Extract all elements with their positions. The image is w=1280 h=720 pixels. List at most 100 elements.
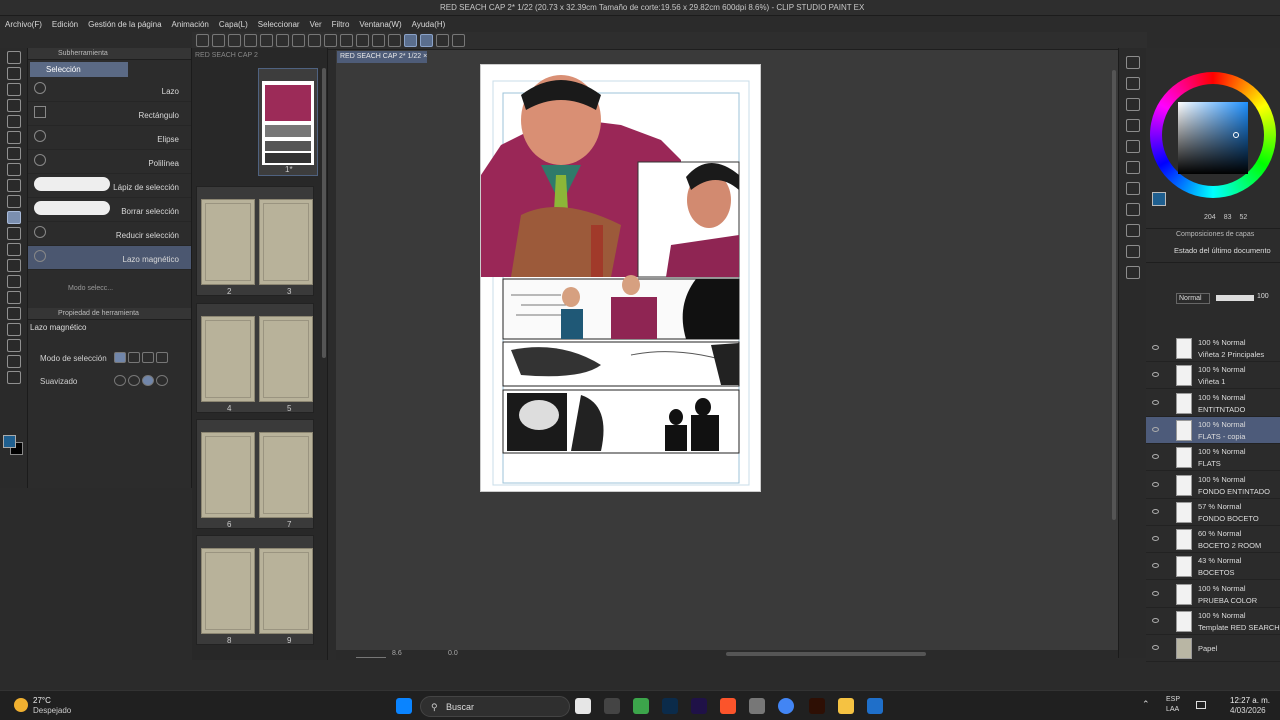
gradient-tool-icon[interactable]	[7, 259, 21, 272]
word-icon[interactable]	[867, 698, 883, 714]
pages-4-5-spread[interactable]: 4 5	[196, 303, 314, 413]
pages-2-3-spread[interactable]: 2 3	[196, 186, 314, 296]
layer-row[interactable]: 43 % Normal BOCETOS	[1146, 553, 1280, 581]
subtool-rectangulo[interactable]: Rectángulo	[28, 102, 191, 126]
app-green-icon[interactable]	[633, 698, 649, 714]
canvas-hscrollbar[interactable]	[726, 652, 926, 656]
clock-time[interactable]: 12:27 a. m.	[1230, 696, 1270, 705]
monitor-icon[interactable]	[1196, 701, 1206, 709]
visibility-eye-icon[interactable]	[1152, 454, 1159, 460]
illustrator-icon[interactable]	[809, 698, 825, 714]
operation-tool-icon[interactable]	[7, 163, 21, 176]
subtool-lapiz-seleccion[interactable]: Lápiz de selección	[28, 174, 191, 198]
clear-icon[interactable]	[372, 34, 385, 47]
magic-wand-tool-icon[interactable]	[7, 227, 21, 240]
pencil-tool-icon[interactable]	[7, 99, 21, 112]
visibility-eye-icon[interactable]	[1152, 645, 1159, 651]
layer-row[interactable]: 60 % Normal BOCETO 2 ROOM	[1146, 526, 1280, 554]
menu-edicion[interactable]: Edición	[47, 20, 83, 29]
material-icon[interactable]	[1126, 161, 1140, 174]
menu-ventana[interactable]: Ventana(W)	[354, 20, 406, 29]
layer-comp-item[interactable]: Estado del último documento	[1174, 246, 1271, 255]
help-icon[interactable]	[452, 34, 465, 47]
figure-tool-icon[interactable]	[7, 275, 21, 288]
subtool-borrar-seleccion[interactable]: Borrar selección	[28, 198, 191, 222]
export-icon[interactable]	[276, 34, 289, 47]
smooth-0-icon[interactable]	[114, 375, 126, 386]
frame-tool-icon[interactable]	[7, 195, 21, 208]
material-icon[interactable]	[1126, 266, 1140, 279]
material-icon[interactable]	[1126, 203, 1140, 216]
smooth-3-icon[interactable]	[156, 375, 168, 386]
main-color-chip[interactable]	[1152, 192, 1166, 206]
pages-scrollbar[interactable]	[322, 68, 326, 358]
visibility-eye-icon[interactable]	[1152, 536, 1159, 542]
visibility-eye-icon[interactable]	[1152, 590, 1159, 596]
zoom-tool-icon[interactable]	[7, 51, 21, 64]
chrome-icon[interactable]	[778, 698, 794, 714]
layer-row[interactable]: Papel	[1146, 635, 1280, 663]
menu-capa[interactable]: Capa(L)	[214, 20, 253, 29]
language-1[interactable]: ESP	[1166, 696, 1180, 703]
visibility-eye-icon[interactable]	[1152, 481, 1159, 487]
visibility-eye-icon[interactable]	[1152, 508, 1159, 514]
menu-ayuda[interactable]: Ayuda(H)	[407, 20, 451, 29]
menu-gestion-pagina[interactable]: Gestión de la página	[83, 20, 166, 29]
chevron-up-icon[interactable]: ⌃	[1142, 699, 1150, 710]
menu-seleccionar[interactable]: Seleccionar	[253, 20, 305, 29]
subtool-reducir-seleccion[interactable]: Reducir selección	[28, 222, 191, 246]
subtool-group-seleccion[interactable]: Selección	[30, 62, 128, 77]
smooth-1-icon[interactable]	[128, 375, 140, 386]
mode-new-icon[interactable]	[114, 352, 126, 363]
file-explorer-icon[interactable]	[838, 698, 854, 714]
material-icon[interactable]	[1126, 224, 1140, 237]
visibility-eye-icon[interactable]	[1152, 399, 1159, 405]
blend-tool-icon[interactable]	[7, 179, 21, 192]
undo-icon[interactable]	[292, 34, 305, 47]
navigator-icon[interactable]	[1126, 56, 1140, 69]
object-tool-icon[interactable]	[7, 339, 21, 352]
windows-start-icon[interactable]	[396, 698, 412, 714]
menu-archivo[interactable]: Archivo(F)	[0, 20, 47, 29]
layer-row[interactable]: 100 % Normal FONDO ENTINTADO	[1146, 472, 1280, 499]
brave-icon[interactable]	[720, 698, 736, 714]
transform-icon[interactable]	[356, 34, 369, 47]
snap-special-icon[interactable]	[436, 34, 449, 47]
decoration-tool-icon[interactable]	[7, 147, 21, 160]
visibility-eye-icon[interactable]	[1152, 563, 1159, 569]
weather-icon[interactable]	[14, 698, 28, 712]
language-2[interactable]: LAA	[1166, 706, 1179, 713]
fill-tool-icon[interactable]	[7, 243, 21, 256]
material-icon[interactable]	[1126, 245, 1140, 258]
lasso-tool-icon[interactable]	[7, 211, 21, 224]
snap-ruler-icon[interactable]	[404, 34, 417, 47]
settings-icon[interactable]	[324, 34, 337, 47]
after-effects-icon[interactable]	[691, 698, 707, 714]
pages-8-9-spread[interactable]: 8 9	[196, 535, 314, 645]
sub-view-icon[interactable]	[1126, 98, 1140, 111]
new-icon[interactable]	[212, 34, 225, 47]
zoom-slider[interactable]	[356, 650, 386, 658]
layer-row[interactable]: 100 % Normal Template RED SEARCH - co	[1146, 608, 1280, 635]
layer-row[interactable]: 100 % Normal FLATS - copia	[1146, 416, 1280, 444]
material-icon[interactable]	[1126, 182, 1140, 195]
clock-date[interactable]: 4/03/2026	[1230, 706, 1266, 715]
menu-icon[interactable]	[196, 34, 209, 47]
pages-6-7-spread[interactable]: 6 7	[196, 419, 314, 529]
layer-row[interactable]: 100 % Normal Viñeta 2 Principales	[1146, 335, 1280, 362]
clip-studio-paint-icon[interactable]	[604, 698, 620, 714]
saturation-value-box[interactable]	[1178, 102, 1248, 174]
fill-icon[interactable]	[340, 34, 353, 47]
comic-page[interactable]	[480, 64, 761, 492]
opacity-slider[interactable]	[1216, 295, 1254, 301]
blend-mode-select[interactable]: Normal	[1176, 293, 1210, 304]
app-icon[interactable]	[749, 698, 765, 714]
layer-row[interactable]: 57 % Normal FONDO BOCETO	[1146, 499, 1280, 526]
menu-filtro[interactable]: Filtro	[327, 20, 355, 29]
page-manager-tab[interactable]: RED SEACH CAP 2	[192, 50, 261, 62]
layer-row[interactable]: 100 % Normal ENTITNTADO	[1146, 390, 1280, 417]
save-icon[interactable]	[244, 34, 257, 47]
layer-row[interactable]: 100 % Normal Viñeta 1	[1146, 362, 1280, 390]
subtool-elipse[interactable]: Elipse	[28, 126, 191, 150]
redo-icon[interactable]	[308, 34, 321, 47]
